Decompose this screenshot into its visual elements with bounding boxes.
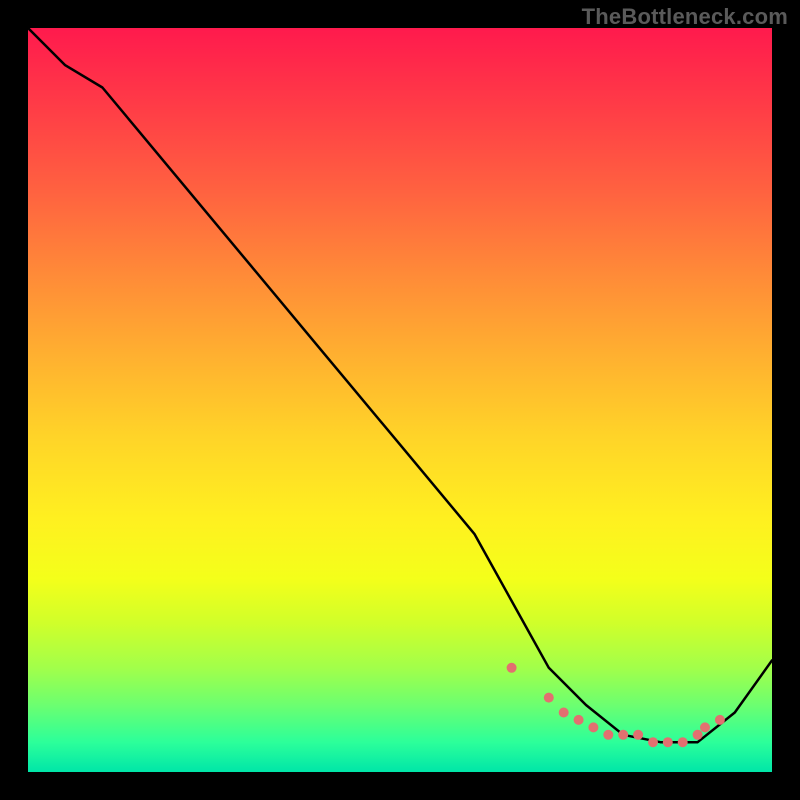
watermark-text: TheBottleneck.com — [582, 4, 788, 30]
valley-marker — [588, 722, 598, 732]
bottleneck-curve — [28, 28, 772, 742]
outer-frame: TheBottleneck.com — [0, 0, 800, 800]
valley-marker — [603, 730, 613, 740]
valley-marker — [700, 722, 710, 732]
valley-marker — [633, 730, 643, 740]
valley-marker — [574, 715, 584, 725]
valley-marker — [715, 715, 725, 725]
valley-marker — [648, 737, 658, 747]
valley-marker — [559, 708, 569, 718]
valley-marker — [618, 730, 628, 740]
valley-marker — [507, 663, 517, 673]
valley-marker — [678, 737, 688, 747]
valley-marker — [693, 730, 703, 740]
valley-marker — [663, 737, 673, 747]
gradient-plot-area — [28, 28, 772, 772]
valley-marker-group — [507, 663, 725, 747]
chart-svg — [28, 28, 772, 772]
valley-marker — [544, 693, 554, 703]
